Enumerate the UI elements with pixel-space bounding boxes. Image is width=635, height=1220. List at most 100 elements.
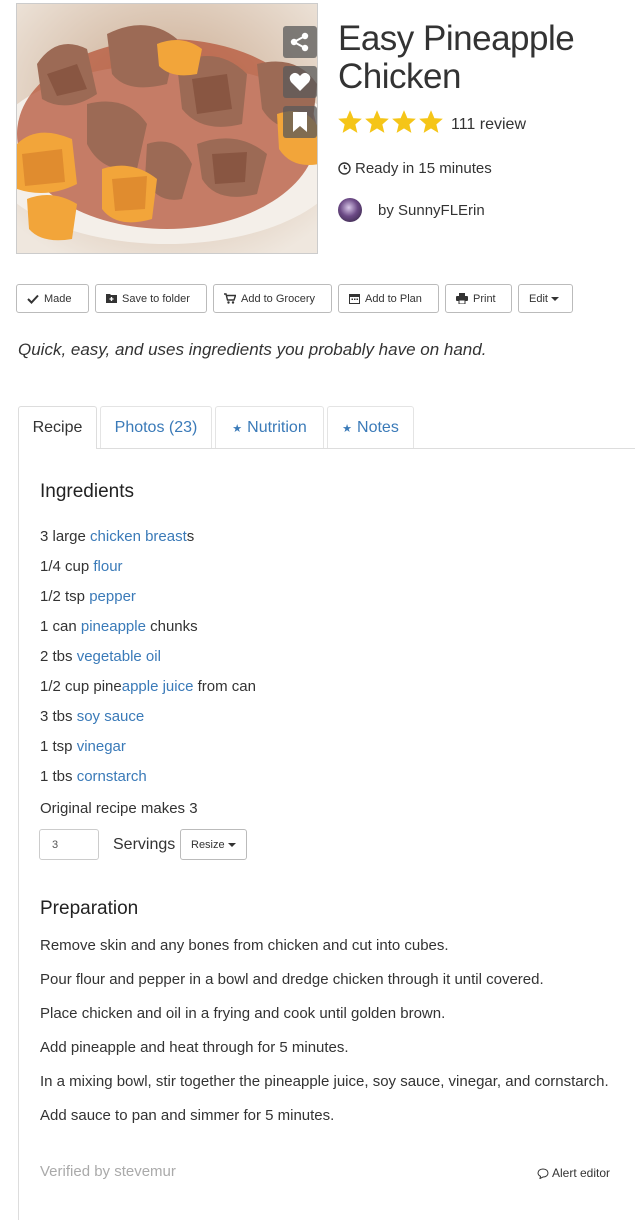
preparation-step: In a mixing bowl, stir together the pine… [40, 1073, 609, 1090]
avatar[interactable] [338, 198, 362, 222]
preparation-step: Pour flour and pepper in a bowl and dred… [40, 971, 544, 988]
check-icon [27, 294, 39, 304]
recipe-title: Easy Pineapple Chicken [338, 19, 575, 96]
ingredients-heading: Ingredients [40, 481, 135, 502]
preparation-steps: Remove skin and any bones from chicken a… [40, 936, 609, 1140]
recipe-photo [16, 3, 318, 254]
folder-add-icon [106, 294, 117, 303]
ingredient-amount: 3 large [40, 528, 91, 545]
resize-label: Resize [191, 838, 225, 851]
ready-time: Ready in 15 minutes [338, 160, 492, 177]
ingredient-link[interactable]: cornstarch [77, 768, 147, 785]
panel-border [18, 448, 19, 1220]
ingredient-link[interactable]: apple juice [122, 678, 194, 695]
preparation-step: Add pineapple and heat through for 5 min… [40, 1039, 349, 1056]
print-button[interactable]: Print [445, 284, 512, 313]
ingredient-amount: 3 tbs [40, 708, 77, 725]
servings-input[interactable] [39, 829, 99, 860]
clock-icon [338, 162, 351, 175]
ingredient-amount: 1/4 cup [40, 558, 94, 575]
ingredient-amount: 1 tbs [40, 768, 77, 785]
ingredient-suffix: chunks [145, 618, 198, 635]
tab-photos[interactable]: Photos (23) [100, 406, 212, 449]
star-icon: ★ [232, 422, 243, 435]
rating-star-icon [419, 110, 443, 133]
resize-dropdown[interactable]: Resize [180, 829, 247, 860]
tab-notes[interactable]: ★ Notes [327, 406, 414, 449]
caret-down-icon [550, 296, 559, 301]
printer-icon [456, 293, 468, 304]
ingredient-amount: 2 tbs [40, 648, 77, 665]
tab-nutrition-label: Nutrition [247, 419, 307, 436]
ingredient-item: 1 tbs cornstarch [40, 767, 256, 797]
ingredient-item: 1 can pineapple chunks [40, 617, 256, 647]
save-label: Save to folder [122, 292, 190, 305]
edit-label: Edit [529, 292, 548, 305]
add-to-grocery-button[interactable]: Add to Grocery [213, 284, 332, 313]
ingredient-link[interactable]: flour [93, 558, 122, 575]
ingredient-suffix: from can [193, 678, 256, 695]
heart-icon [289, 72, 311, 91]
recipe-photo-illustration [17, 4, 317, 253]
verified-by: Verified by stevemur [40, 1163, 176, 1180]
rating-star-icon [365, 110, 389, 133]
tab-divider [97, 448, 635, 449]
ingredient-amount: 1 tsp [40, 738, 77, 755]
recipe-tabs: Recipe Photos (23) ★ Nutrition ★ Notes [18, 406, 417, 449]
tab-recipe[interactable]: Recipe [18, 406, 97, 449]
ingredient-list: 3 large chicken breasts 1/4 cup flour 1/2 … [40, 527, 256, 797]
preparation-step: Remove skin and any bones from chicken a… [40, 937, 449, 954]
share-icon [290, 32, 309, 52]
add-to-plan-button[interactable]: Add to Plan [338, 284, 439, 313]
made-label: Made [44, 292, 72, 305]
preparation-step: Place chicken and oil in a frying and co… [40, 1005, 446, 1022]
alert-editor-label: Alert editor [552, 1166, 611, 1180]
edit-dropdown[interactable]: Edit [518, 284, 573, 313]
author[interactable]: by SunnyFLErin [338, 198, 485, 222]
tab-nutrition[interactable]: ★ Nutrition [215, 406, 324, 449]
star-rating[interactable]: 111 review [338, 110, 526, 139]
ingredient-link[interactable]: vegetable oil [77, 648, 161, 665]
ingredient-link[interactable]: soy sauce [77, 708, 145, 725]
comment-icon [537, 1167, 549, 1179]
plan-label: Add to Plan [365, 292, 422, 305]
tab-recipe-label: Recipe [32, 419, 83, 436]
caret-down-icon [227, 842, 236, 847]
share-button[interactable] [283, 26, 317, 58]
ingredient-item: 1/4 cup flour [40, 557, 256, 587]
tab-photos-label: Photos (23) [114, 419, 198, 436]
preparation-step: Add sauce to pan and simmer for 5 minute… [40, 1107, 335, 1124]
ready-text: Ready in 15 minutes [355, 160, 492, 177]
servings-label: Servings [113, 836, 176, 853]
ingredient-link[interactable]: pineapple [81, 618, 146, 635]
grocery-label: Add to Grocery [241, 292, 315, 305]
ingredient-item: 1/2 cup pineapple juice from can [40, 677, 256, 707]
ingredient-amount: 1/2 tsp [40, 588, 90, 605]
review-count[interactable]: 111 review [451, 116, 526, 134]
rating-star-icon [392, 110, 416, 133]
ingredient-amount: 1/2 cup pine [40, 678, 122, 695]
save-to-folder-button[interactable]: Save to folder [95, 284, 207, 313]
cart-icon [224, 293, 236, 304]
ingredient-item: 1 tsp vinegar [40, 737, 256, 767]
ingredient-item: 3 large chicken breasts [40, 527, 256, 557]
favorite-button[interactable] [283, 66, 317, 98]
star-icon: ★ [342, 422, 353, 435]
print-label: Print [473, 292, 496, 305]
author-name[interactable]: by SunnyFLErin [378, 202, 485, 219]
original-yield: Original recipe makes 3 [40, 800, 198, 817]
made-button[interactable]: Made [16, 284, 89, 313]
ingredient-item: 3 tbs soy sauce [40, 707, 256, 737]
bookmark-button[interactable] [283, 106, 317, 138]
alert-editor-link[interactable]: Alert editor [537, 1166, 610, 1180]
preparation-heading: Preparation [40, 898, 139, 919]
ingredient-item: 1/2 tsp pepper [40, 587, 256, 617]
ingredient-link[interactable]: chicken breast [90, 528, 187, 545]
recipe-toolbar: Made Save to folder Add to Grocery Add t… [16, 284, 579, 313]
bookmark-icon [293, 112, 307, 132]
ingredient-link[interactable]: vinegar [77, 738, 126, 755]
ingredient-link[interactable]: pepper [89, 588, 136, 605]
ingredient-suffix: s [186, 528, 195, 545]
tab-notes-label: Notes [357, 419, 399, 436]
rating-star-icon [338, 110, 362, 133]
